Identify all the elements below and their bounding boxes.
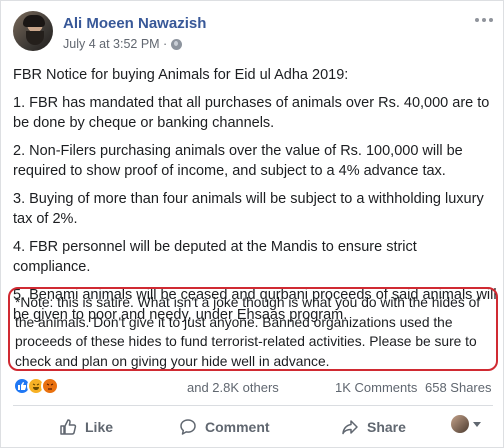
post-paragraph: 1. FBR has mandated that all purchases o… [13, 95, 490, 131]
avatar-hair [23, 15, 45, 27]
avatar [451, 415, 469, 433]
author-name[interactable]: Ali Moeen Nawazish [63, 15, 206, 32]
post-meta: July 4 at 3:52 PM · [63, 37, 183, 51]
chevron-down-icon [473, 421, 481, 427]
avatar-beard [26, 31, 44, 45]
satire-note-highlight: *Note: this is satire. What isn't a joke… [8, 287, 498, 371]
like-label: Like [85, 419, 114, 435]
post-paragraph: 4. FBR personnel will be deputed at the … [13, 239, 417, 275]
thumbs-up-icon [60, 419, 77, 435]
post-as-selector[interactable] [451, 415, 481, 433]
post-paragraph: FBR Notice for buying Animals for Eid ul… [13, 67, 349, 83]
post-timestamp[interactable]: July 4 at 3:52 PM · [63, 37, 167, 51]
facebook-post-card: Ali Moeen Nawazish July 4 at 3:52 PM · F… [0, 0, 504, 448]
reaction-count[interactable]: and 2.8K others [187, 380, 279, 395]
post-paragraph: 3. Buying of more than four animals will… [13, 191, 484, 227]
comments-count[interactable]: 1K Comments [335, 380, 417, 395]
comment-icon [180, 419, 196, 435]
globe-icon [171, 38, 183, 50]
comment-button[interactable]: Comment [179, 413, 270, 441]
shares-count[interactable]: 658 Shares [425, 380, 492, 395]
share-button[interactable]: Share [341, 413, 406, 441]
comment-label: Comment [205, 419, 270, 435]
author-avatar[interactable] [13, 11, 53, 51]
more-options-icon[interactable] [475, 15, 493, 25]
share-arrow-icon [342, 420, 358, 435]
reactions-summary[interactable] [13, 377, 59, 395]
post-paragraph: 2. Non-Filers purchasing animals over th… [13, 143, 463, 179]
angry-reaction-icon [41, 377, 59, 395]
divider [13, 405, 493, 406]
like-button[interactable]: Like [59, 413, 113, 441]
share-label: Share [367, 419, 406, 435]
